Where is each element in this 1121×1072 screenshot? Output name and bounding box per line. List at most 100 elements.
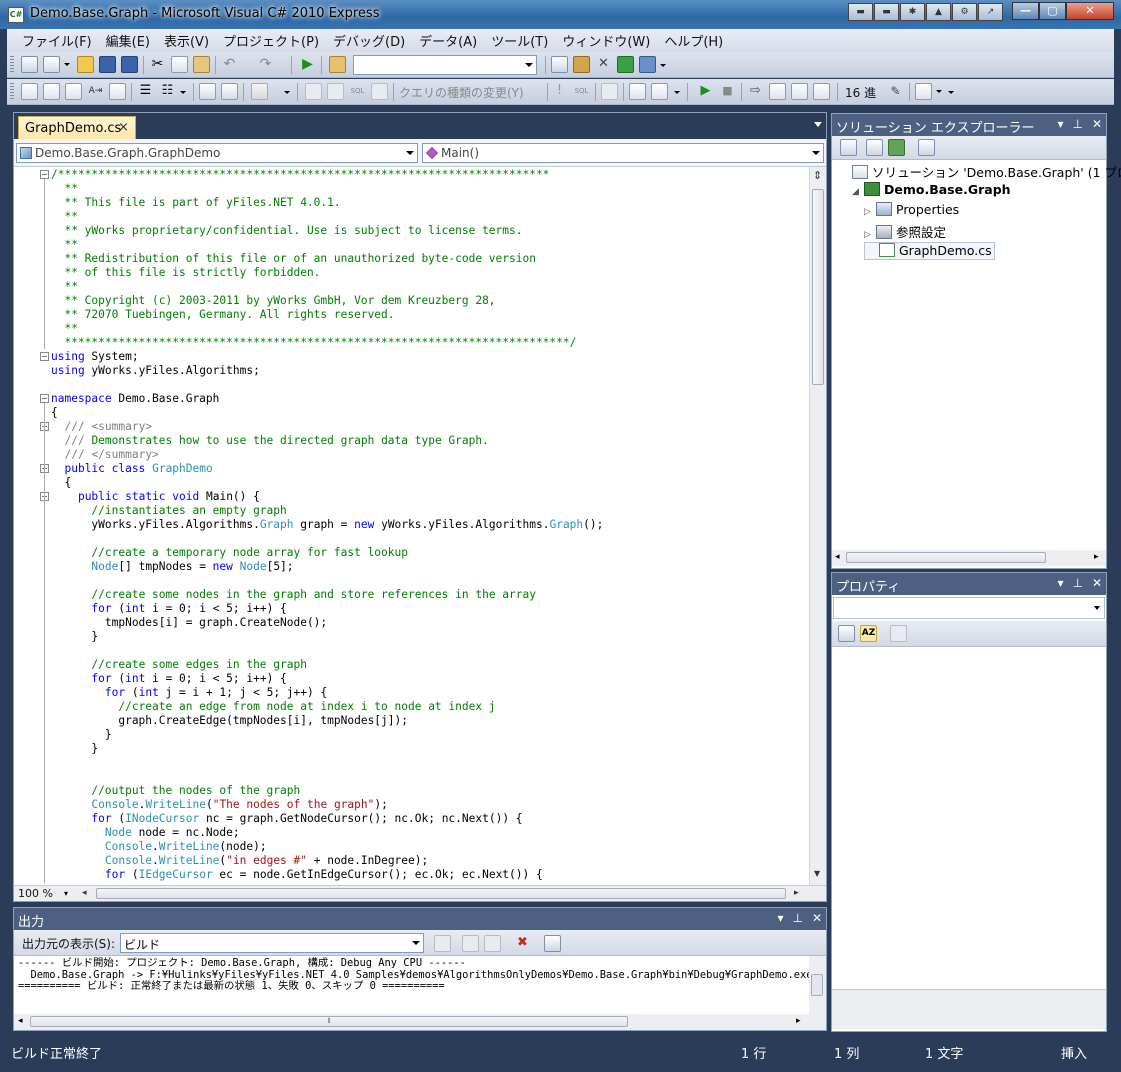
- tab-graphdemo-cs[interactable]: GraphDemo.cs ×: [18, 116, 136, 140]
- close-tab-icon[interactable]: ×: [118, 120, 129, 135]
- group-by-icon[interactable]: [601, 83, 618, 100]
- list-members-icon[interactable]: [21, 83, 38, 100]
- tree-expander-icon[interactable]: ▷: [864, 230, 876, 240]
- show-next-statement-icon[interactable]: ⇨: [747, 83, 764, 100]
- tree-expander-icon[interactable]: ◢: [852, 187, 864, 197]
- alphabetical-sort-icon[interactable]: AZ: [860, 625, 877, 642]
- view-code-icon[interactable]: [918, 139, 935, 156]
- minimize-button[interactable]: —: [1012, 2, 1039, 20]
- solution-tree-item[interactable]: ◢ Demo.Base.Graph: [852, 182, 1011, 200]
- property-pages-icon[interactable]: [890, 625, 907, 642]
- cut-icon[interactable]: ✂: [149, 56, 166, 73]
- maximize-button[interactable]: ▢: [1039, 2, 1066, 20]
- toolbar-grip[interactable]: [10, 83, 14, 101]
- output-source-combo[interactable]: ビルド: [120, 933, 424, 953]
- refresh-icon[interactable]: [888, 139, 905, 156]
- taskbar-tool-icon-4[interactable]: ▲: [926, 3, 951, 21]
- find-icon[interactable]: [551, 56, 568, 73]
- save-icon[interactable]: [99, 56, 116, 73]
- members-combo[interactable]: Main(): [422, 143, 824, 163]
- toggle-word-wrap-icon[interactable]: [544, 935, 561, 952]
- tree-expander-icon[interactable]: ▷: [864, 207, 876, 217]
- scroll-down-icon[interactable]: ▼: [814, 869, 820, 878]
- menu-item-8[interactable]: ヘルプ(H): [657, 31, 730, 50]
- zoom-dropdown-icon[interactable]: ▾: [64, 889, 68, 898]
- add-new-derived-table-icon[interactable]: [651, 83, 668, 100]
- step-out-icon[interactable]: [813, 83, 830, 100]
- window-position-dropdown-icon[interactable]: ▾: [1057, 576, 1063, 590]
- solution-tree-item[interactable]: ▷ 参照設定: [864, 222, 946, 240]
- start-debugging-icon[interactable]: ▶: [299, 56, 316, 73]
- show-criteria-pane-icon[interactable]: [327, 83, 344, 100]
- scroll-left-icon[interactable]: ◂: [18, 1016, 23, 1026]
- taskbar-tool-icon-2[interactable]: ▬: [874, 3, 899, 21]
- add-item-dropdown-icon[interactable]: [63, 56, 71, 73]
- scroll-thumb[interactable]: [811, 974, 823, 996]
- menu-item-5[interactable]: データ(A): [412, 31, 484, 50]
- active-files-dropdown-icon[interactable]: [814, 122, 822, 127]
- visual-csharp-app-icon[interactable]: C#: [8, 7, 24, 23]
- horizontal-scroll-thumb[interactable]: [96, 888, 786, 899]
- show-diagram-pane-icon[interactable]: [305, 83, 322, 100]
- menu-item-7[interactable]: ウィンドウ(W): [555, 31, 657, 50]
- next-message-icon[interactable]: [484, 935, 501, 952]
- solution-horizontal-scrollbar[interactable]: ◂ ▸: [832, 550, 1106, 566]
- close-icon[interactable]: ✕: [1092, 117, 1102, 131]
- save-all-icon[interactable]: [121, 56, 138, 73]
- undo-icon[interactable]: ↶: [221, 56, 238, 73]
- continue-debug-icon[interactable]: ▶: [697, 83, 714, 100]
- categorized-icon[interactable]: [838, 625, 855, 642]
- complete-word-icon[interactable]: A⇥: [87, 83, 104, 100]
- scroll-thumb[interactable]: [812, 189, 824, 385]
- types-combo[interactable]: Demo.Base.Graph.GraphDemo: [16, 143, 418, 163]
- parameter-info-icon[interactable]: [43, 83, 60, 100]
- menu-item-0[interactable]: ファイル(F): [15, 31, 99, 50]
- menu-item-4[interactable]: デバッグ(D): [326, 31, 412, 50]
- output-window-icon[interactable]: [915, 83, 932, 100]
- toolbar-options-icon[interactable]: [659, 56, 667, 73]
- show-all-files-icon[interactable]: [866, 139, 883, 156]
- show-results-pane-icon[interactable]: [371, 83, 388, 100]
- relationships-icon[interactable]: [251, 83, 268, 100]
- add-table-icon[interactable]: [629, 83, 646, 100]
- previous-message-icon[interactable]: [462, 935, 479, 952]
- execute-sql-icon[interactable]: !: [551, 83, 568, 100]
- menu-item-1[interactable]: 編集(E): [99, 31, 157, 50]
- solution-tree-item[interactable]: GraphDemo.cs: [864, 242, 995, 260]
- collapse-outline-icon[interactable]: −: [40, 394, 49, 403]
- taskbar-tool-icon-6[interactable]: ↗: [978, 3, 1003, 21]
- comment-out-icon[interactable]: ☰: [137, 83, 154, 100]
- scroll-left-icon[interactable]: ◂: [835, 552, 840, 562]
- quick-info-icon[interactable]: [65, 83, 82, 100]
- find-in-files-icon[interactable]: [329, 56, 346, 73]
- pin-icon[interactable]: ⊥: [1072, 576, 1082, 590]
- outdent-icon[interactable]: [109, 83, 126, 100]
- clear-all-icon[interactable]: ✖: [514, 935, 531, 952]
- step-into-icon[interactable]: [769, 83, 786, 100]
- menu-item-6[interactable]: ツール(T): [484, 31, 555, 50]
- solution-tree-item[interactable]: ▷ Properties: [864, 202, 959, 220]
- pin-icon[interactable]: ⊥: [792, 911, 802, 925]
- collapse-outline-icon[interactable]: −: [40, 352, 49, 361]
- toolbar-options-icon[interactable]: [283, 83, 291, 100]
- output-window-dropdown-icon[interactable]: [935, 83, 943, 100]
- open-file-icon[interactable]: [77, 56, 94, 73]
- verify-sql-icon[interactable]: SQL: [573, 83, 590, 100]
- toolbar-options-icon[interactable]: [673, 83, 681, 100]
- redo-icon[interactable]: ↷: [257, 56, 274, 73]
- output-horizontal-scrollbar[interactable]: ◂ ⦀ ▸: [14, 1014, 826, 1030]
- uncomment-icon[interactable]: ☷: [159, 83, 176, 100]
- stop-debug-icon[interactable]: ■: [719, 83, 736, 100]
- editor-vertical-scrollbar[interactable]: ⇕ ▼: [809, 167, 826, 885]
- toolbar-options-icon[interactable]: [179, 83, 187, 100]
- solution-tree-item[interactable]: ソリューション 'Demo.Base.Graph' (1 プロ: [840, 162, 1121, 180]
- close-icon[interactable]: ✕: [1092, 576, 1102, 590]
- scroll-left-icon[interactable]: ◂: [82, 888, 87, 898]
- hexadecimal-display-button[interactable]: 16 進: [845, 84, 876, 101]
- properties-icon[interactable]: [840, 139, 857, 156]
- scroll-right-icon[interactable]: ▸: [794, 888, 799, 898]
- menu-item-2[interactable]: 表示(V): [157, 31, 216, 50]
- toolbox-icon[interactable]: ✕: [595, 56, 612, 73]
- zoom-level[interactable]: 100 %: [18, 887, 53, 900]
- change-query-type-button[interactable]: クエリの種類の変更(Y): [399, 84, 524, 101]
